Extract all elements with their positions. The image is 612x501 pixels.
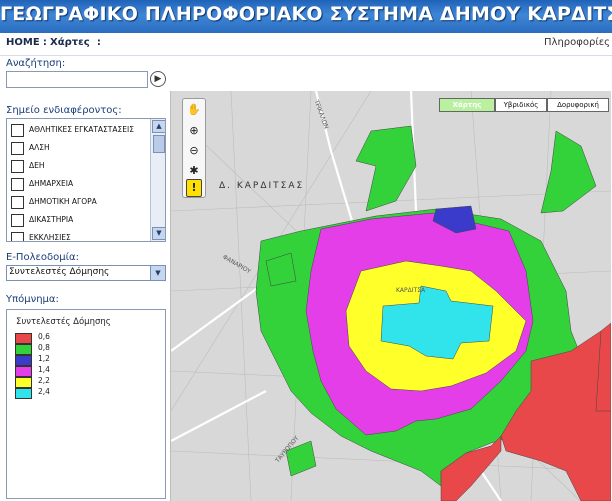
zoom-in-icon[interactable]: ⊕ xyxy=(185,123,203,139)
epoleodomia-selected: Συντελεστές Δόμησης xyxy=(9,267,110,277)
search-go-button[interactable]: ▶ xyxy=(150,71,166,87)
poi-item[interactable]: ΑΛΣΗ xyxy=(11,139,151,157)
poi-scrollbar[interactable]: ▲ ▼ xyxy=(150,119,165,241)
checkbox[interactable] xyxy=(11,178,24,191)
search-input[interactable] xyxy=(6,71,148,88)
checkbox[interactable] xyxy=(11,214,24,227)
legend-swatch xyxy=(15,388,32,399)
map-type-satellite-button[interactable]: Δορυφορική xyxy=(547,98,609,112)
poi-item-label: ΔΗΜΑΡΧΕΙΑ xyxy=(29,179,74,188)
breadcrumb-trailing: : xyxy=(96,37,101,48)
poi-item-label: ΔΗΜΟΤΙΚΗ ΑΓΟΡΑ xyxy=(29,197,97,206)
legend-label: Υπόμνημα: xyxy=(6,294,59,305)
poi-item[interactable]: ΔΕΗ xyxy=(11,157,151,175)
poi-item-label: ΕΚΚΛΗΣΙΕΣ xyxy=(29,233,71,242)
poi-item[interactable]: ΔΙΚΑΣΤΗΡΙΑ xyxy=(11,211,151,229)
map-view[interactable]: Χάρτης Υβριδικός Δορυφορική ✋ ⊕ ⊖ ✱ ! Δ.… xyxy=(170,91,611,501)
legend-swatch xyxy=(15,333,32,344)
map-type-map-button[interactable]: Χάρτης xyxy=(439,98,495,112)
info-warning-icon[interactable]: ! xyxy=(186,179,202,197)
info-link[interactable]: Πληροφορίες xyxy=(544,37,610,48)
search-label: Αναζήτηση: xyxy=(6,58,66,69)
legend-swatch xyxy=(15,355,32,366)
zoom-out-icon[interactable]: ⊖ xyxy=(185,143,203,159)
legend-swatch xyxy=(15,366,32,377)
breadcrumb-separator: : xyxy=(42,37,47,48)
app-title: ΓΕΩΓΡΑΦΙΚΟ ΠΛΗΡΟΦΟΡΙΑΚΟ ΣΥΣΤΗΜΑ ΔΗΜΟΥ ΚΑ… xyxy=(0,3,612,25)
checkbox[interactable] xyxy=(11,142,24,155)
map-canvas xyxy=(171,91,611,501)
legend-item-label: 1,4 xyxy=(38,365,50,374)
legend-title: Συντελεστές Δόμησης xyxy=(16,317,111,327)
center-label: ΚΑΡΔΙΤΣΑ xyxy=(396,287,426,294)
app-header: ΓΕΩΓΡΑΦΙΚΟ ΠΛΗΡΟΦΟΡΙΑΚΟ ΣΥΣΤΗΜΑ ΔΗΜΟΥ ΚΑ… xyxy=(0,0,612,33)
poi-label: Σημείο ενδιαφέροντος: xyxy=(6,105,122,116)
checkbox[interactable] xyxy=(11,160,24,173)
poi-item[interactable]: ΑΘΛΗΤΙΚΕΣ ΕΓΚΑΤΑΣΤΑΣΕΙΣ xyxy=(11,121,151,139)
checkbox[interactable] xyxy=(11,196,24,209)
legend-swatch xyxy=(15,377,32,388)
epoleodomia-select[interactable]: Συντελεστές Δόμησης ▼ xyxy=(6,265,166,281)
poi-list[interactable]: ΑΘΛΗΤΙΚΕΣ ΕΓΚΑΤΑΣΤΑΣΕΙΣ ΑΛΣΗ ΔΕΗ ΔΗΜΑΡΧΕ… xyxy=(6,118,166,242)
poi-item-label: ΑΘΛΗΤΙΚΕΣ ΕΓΚΑΤΑΣΤΑΣΕΙΣ xyxy=(29,125,134,134)
poi-item[interactable]: ΔΗΜΑΡΧΕΙΑ xyxy=(11,175,151,193)
poi-item-label: ΔΕΗ xyxy=(29,161,45,170)
legend-item-label: 2,4 xyxy=(38,387,50,396)
breadcrumb-current[interactable]: Χάρτες xyxy=(50,37,90,48)
breadcrumb-home[interactable]: HOME xyxy=(6,37,40,48)
chevron-down-icon[interactable]: ▼ xyxy=(150,266,165,280)
checkbox[interactable] xyxy=(11,232,24,241)
scroll-down-icon[interactable]: ▼ xyxy=(152,227,165,240)
legend-item-label: 1,2 xyxy=(38,354,50,363)
scroll-thumb[interactable] xyxy=(153,135,165,153)
epoleodomia-label: Ε-Πολεοδομία: xyxy=(6,252,79,263)
hand-icon[interactable]: ✋ xyxy=(185,102,203,118)
breadcrumb: HOME : Χάρτες : xyxy=(6,37,101,48)
legend-item-label: 0,6 xyxy=(38,332,50,341)
poi-item-label: ΔΙΚΑΣΤΗΡΙΑ xyxy=(29,215,74,224)
map-type-hybrid-button[interactable]: Υβριδικός xyxy=(495,98,547,112)
arrow-right-icon: ▶ xyxy=(154,74,162,84)
place-label: Δ. ΚΑΡΔΙΤΣΑΣ xyxy=(219,181,305,191)
map-toolbar: ✋ ⊕ ⊖ ✱ ! xyxy=(182,98,206,198)
checkbox[interactable] xyxy=(11,124,24,137)
legend: Συντελεστές Δόμησης 0,6 0,8 1,2 1,4 2,2 … xyxy=(6,309,166,499)
legend-swatch xyxy=(15,344,32,355)
legend-item-label: 0,8 xyxy=(38,343,50,352)
legend-item-label: 2,2 xyxy=(38,376,50,385)
navigation-bar: HOME : Χάρτες : Πληροφορίες xyxy=(0,33,612,56)
poi-item-label: ΑΛΣΗ xyxy=(29,143,50,152)
poi-item[interactable]: ΔΗΜΟΤΙΚΗ ΑΓΟΡΑ xyxy=(11,193,151,211)
scroll-up-icon[interactable]: ▲ xyxy=(152,120,165,133)
poi-item[interactable]: ΕΚΚΛΗΣΙΕΣ xyxy=(11,229,151,242)
measure-icon[interactable]: ✱ xyxy=(185,163,203,179)
